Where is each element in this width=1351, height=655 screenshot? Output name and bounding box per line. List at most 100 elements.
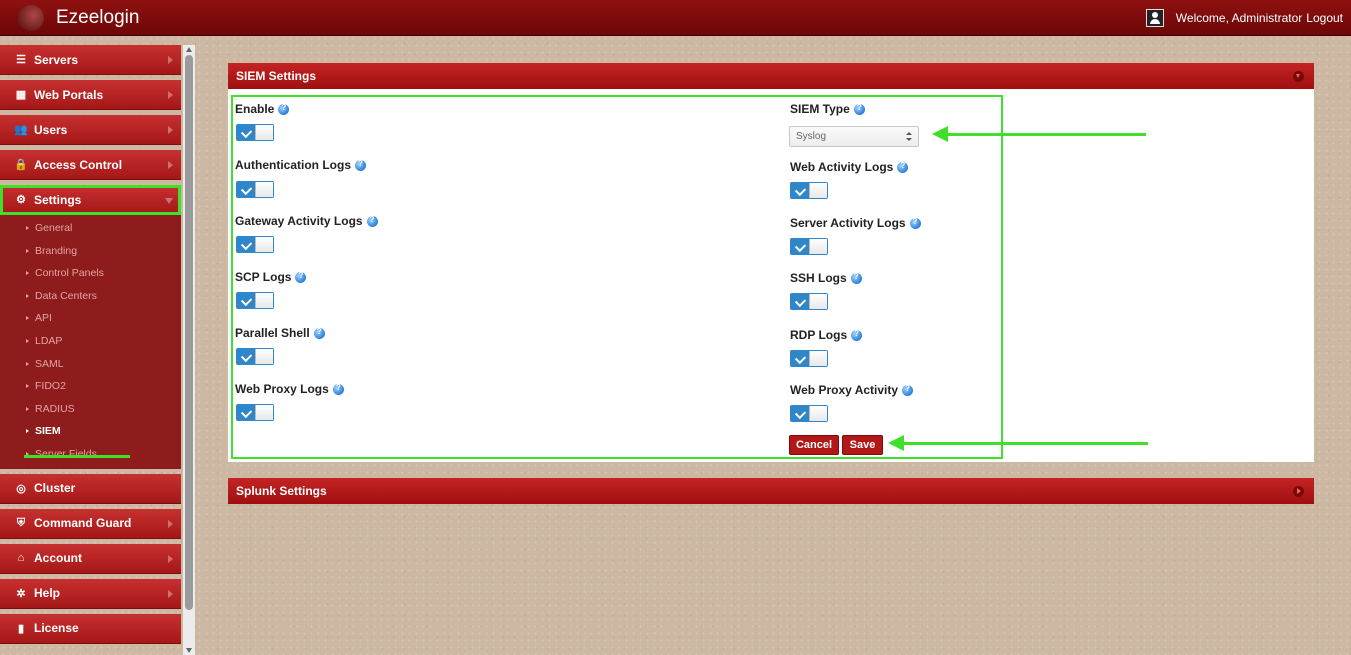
submenu-item-data-centers[interactable]: Data Centers bbox=[0, 285, 181, 308]
file-icon: ▮ bbox=[17, 622, 25, 635]
check-icon bbox=[237, 237, 255, 252]
help-icon[interactable] bbox=[313, 327, 325, 339]
annotation-arrow-siem-type bbox=[932, 126, 1146, 142]
authentication-logs-toggle[interactable] bbox=[236, 181, 274, 198]
scp-logs-toggle[interactable] bbox=[236, 292, 274, 309]
help-icon[interactable] bbox=[853, 103, 865, 115]
sidebar-item-label: Help bbox=[34, 586, 61, 601]
toggle-knob bbox=[255, 237, 273, 252]
settings-submenu: General Branding Control Panels Data Cen… bbox=[0, 215, 181, 469]
label-text: SCP Logs bbox=[235, 270, 292, 284]
submenu-item-branding[interactable]: Branding bbox=[0, 240, 181, 263]
sidebar-item-help[interactable]: ✲ Help bbox=[0, 578, 181, 609]
web-proxy-logs-toggle[interactable] bbox=[236, 404, 274, 421]
ssh-logs-label: SSH Logs bbox=[790, 271, 862, 285]
splunk-settings-header[interactable]: Splunk Settings bbox=[228, 478, 1314, 504]
sidebar-item-cluster[interactable]: ◎ Cluster bbox=[0, 473, 181, 504]
help-icon[interactable] bbox=[355, 159, 366, 171]
sidebar-item-command-guard[interactable]: ⛨ Command Guard bbox=[0, 508, 181, 539]
check-icon bbox=[237, 349, 255, 364]
label-text: Parallel Shell bbox=[235, 326, 310, 340]
brand[interactable]: Ezeelogin bbox=[18, 4, 139, 31]
sidebar-item-access-control[interactable]: 🔒 Access Control bbox=[0, 150, 181, 180]
help-icon[interactable] bbox=[850, 272, 862, 284]
sidebar-item-label: Users bbox=[34, 122, 68, 137]
logout-link[interactable]: Logout bbox=[1306, 11, 1343, 25]
scroll-thumb[interactable] bbox=[185, 55, 193, 610]
siem-type-select[interactable]: Syslog bbox=[789, 126, 919, 147]
sidebar-item-settings[interactable]: ⚙ Settings bbox=[0, 185, 181, 215]
sidebar-item-account[interactable]: ⌂ Account bbox=[0, 543, 181, 574]
check-icon bbox=[791, 294, 809, 309]
user-area: Welcome, Administrator Logout bbox=[1145, 9, 1343, 27]
ssh-logs-toggle[interactable] bbox=[790, 293, 828, 310]
submenu-item-control-panels[interactable]: Control Panels bbox=[0, 262, 181, 285]
help-icon[interactable] bbox=[851, 329, 863, 341]
splunk-settings-title: Splunk Settings bbox=[236, 484, 327, 498]
parallel-shell-toggle[interactable] bbox=[236, 348, 274, 365]
submenu-item-saml[interactable]: SAML bbox=[0, 353, 181, 376]
help-icon[interactable] bbox=[366, 215, 378, 227]
home-icon: ⌂ bbox=[17, 552, 25, 565]
toggle-knob bbox=[809, 294, 827, 309]
label-text: Web Proxy Logs bbox=[235, 382, 329, 396]
toggle-knob bbox=[255, 125, 273, 140]
server-activity-logs-toggle[interactable] bbox=[790, 238, 828, 255]
web-proxy-activity-toggle[interactable] bbox=[790, 405, 828, 422]
sidebar-scrollbar[interactable] bbox=[183, 45, 195, 655]
toggle-knob bbox=[809, 351, 827, 366]
help-icon[interactable] bbox=[278, 103, 290, 115]
help-icon[interactable] bbox=[332, 383, 344, 395]
chevron-down-icon bbox=[165, 198, 173, 204]
web-proxy-logs-label: Web Proxy Logs bbox=[235, 382, 344, 396]
submenu-item-general[interactable]: General bbox=[0, 217, 181, 240]
sidebar-item-label: License bbox=[34, 621, 79, 636]
siem-type-label: SIEM Type bbox=[790, 102, 865, 116]
parallel-shell-label: Parallel Shell bbox=[235, 326, 325, 340]
label-text: SSH Logs bbox=[790, 271, 847, 285]
lock-icon: 🔒 bbox=[14, 159, 28, 171]
chevron-right-icon bbox=[168, 554, 173, 563]
scp-logs-label: SCP Logs bbox=[235, 270, 307, 284]
submenu-item-siem[interactable]: SIEM bbox=[0, 420, 181, 443]
welcome-text: Welcome, Administrator bbox=[1175, 11, 1303, 25]
submenu-item-fido2[interactable]: FIDO2 bbox=[0, 375, 181, 398]
help-icon[interactable] bbox=[897, 161, 909, 173]
sidebar-item-label: Cluster bbox=[34, 481, 76, 496]
check-icon bbox=[791, 239, 809, 254]
sidebar-item-label: Servers bbox=[34, 52, 79, 67]
web-activity-logs-toggle[interactable] bbox=[790, 182, 828, 199]
lifebuoy-icon: ✲ bbox=[16, 587, 26, 600]
check-icon bbox=[791, 183, 809, 198]
submenu-item-radius[interactable]: RADIUS bbox=[0, 398, 181, 421]
help-icon[interactable] bbox=[295, 271, 307, 283]
save-button[interactable]: Save bbox=[842, 435, 883, 455]
submenu-item-ldap[interactable]: LDAP bbox=[0, 330, 181, 353]
dribbble-icon: ◎ bbox=[16, 482, 26, 495]
sidebar-item-web-portals[interactable]: ▦ Web Portals bbox=[0, 80, 181, 110]
sidebar-item-servers[interactable]: ☰ Servers bbox=[0, 45, 181, 75]
help-icon[interactable] bbox=[902, 384, 914, 396]
users-icon: 👥 bbox=[14, 124, 28, 136]
cancel-button[interactable]: Cancel bbox=[789, 435, 839, 455]
enable-toggle[interactable] bbox=[236, 124, 274, 141]
submenu-item-api[interactable]: API bbox=[0, 307, 181, 330]
sidebar-item-label: Settings bbox=[34, 192, 82, 207]
sidebar-item-label: Access Control bbox=[34, 157, 123, 172]
toggle-knob bbox=[255, 293, 273, 308]
top-bar: Ezeelogin Welcome, Administrator Logout bbox=[0, 0, 1351, 36]
sidebar: ☰ Servers ▦ Web Portals 👥 Users 🔒 Access… bbox=[0, 45, 181, 655]
expand-icon[interactable] bbox=[1293, 486, 1304, 497]
check-icon bbox=[237, 405, 255, 420]
siem-settings-header[interactable]: SIEM Settings bbox=[228, 63, 1314, 89]
scroll-down-arrow-icon[interactable] bbox=[186, 648, 192, 653]
gateway-activity-logs-toggle[interactable] bbox=[236, 236, 274, 253]
label-text: SIEM Type bbox=[790, 102, 850, 116]
collapse-icon[interactable] bbox=[1293, 71, 1304, 82]
label-text: Web Activity Logs bbox=[790, 160, 894, 174]
rdp-logs-toggle[interactable] bbox=[790, 350, 828, 367]
help-icon[interactable] bbox=[909, 217, 921, 229]
scroll-up-arrow-icon[interactable] bbox=[186, 47, 192, 52]
sidebar-item-license[interactable]: ▮ License bbox=[0, 613, 181, 644]
sidebar-item-users[interactable]: 👥 Users bbox=[0, 115, 181, 145]
